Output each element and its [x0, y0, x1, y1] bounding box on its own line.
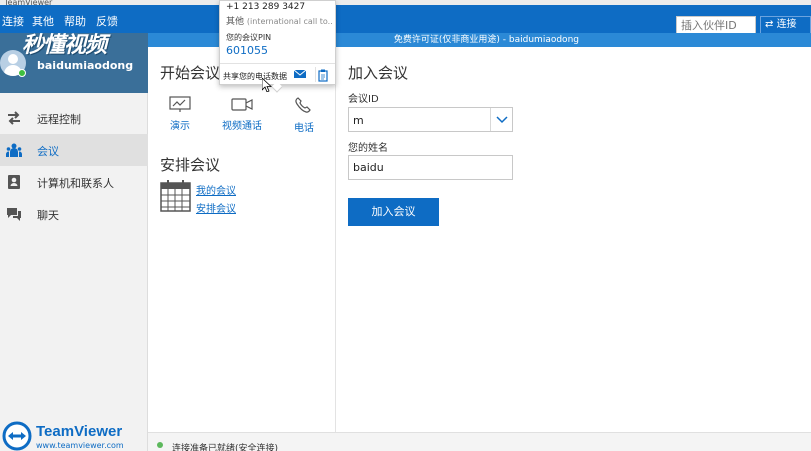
teamviewer-logo-icon — [2, 421, 32, 451]
email-icon[interactable] — [291, 67, 309, 81]
video-camera-icon — [231, 98, 253, 111]
clipboard-icon — [318, 69, 328, 82]
status-text: 连接准备已就绪(安全连接) — [172, 444, 279, 451]
video-call-button[interactable]: 视频通话 — [218, 96, 266, 134]
mouse-cursor-icon — [262, 78, 272, 92]
country-select[interactable]: 其他 (international call to... ▾ — [226, 14, 332, 27]
sidebar-item-meeting[interactable]: 会议 — [0, 134, 148, 166]
sidebar-item-chat[interactable]: 聊天 — [0, 198, 148, 230]
join-meeting-title: 加入会议 — [348, 64, 409, 82]
profile-username: baidumiaodong — [37, 59, 134, 72]
schedule-meeting-link[interactable]: 安排会议 — [196, 200, 236, 215]
meeting-pin: 601055 — [226, 44, 268, 57]
sidebar-item-label: 远程控制 — [37, 113, 81, 126]
profile-panel: baidumiaodong 秒懂视频 — [0, 33, 148, 93]
meeting-pin-label: 您的会议PIN — [226, 33, 272, 42]
online-status-icon — [18, 69, 26, 77]
meeting-id-combobox[interactable]: m — [348, 107, 513, 132]
connect-button[interactable]: ⇄ 连接 — [760, 16, 811, 34]
phone-label: 电话 — [294, 123, 314, 134]
panel-divider — [335, 47, 336, 432]
sidebar-item-label: 会议 — [37, 145, 59, 158]
phone-button[interactable]: 电话 — [280, 96, 328, 134]
sidebar-item-remote-control[interactable]: 远程控制 — [0, 102, 148, 134]
your-name-label: 您的姓名 — [348, 143, 388, 154]
brand-url[interactable]: www.teamviewer.com — [36, 441, 124, 450]
popup-divider — [220, 63, 335, 64]
presentation-button[interactable]: 演示 — [156, 96, 204, 134]
phone-icon — [295, 97, 311, 113]
sidebar-item-label: 计算机和联系人 — [37, 177, 114, 190]
menu-bar: 连接 其他 帮助 反馈 ⇄ 连接 — [0, 5, 811, 34]
your-name-field[interactable]: baidu — [348, 155, 513, 180]
country-note: (international call to... — [246, 17, 332, 26]
join-meeting-button[interactable]: 加入会议 — [348, 198, 439, 226]
meeting-id-dropdown[interactable] — [490, 108, 512, 131]
people-icon — [6, 143, 22, 157]
arrows-icon — [8, 111, 20, 125]
sidebar: baidumiaodong 秒懂视频 远程控制 会议 计算机和联系人 聊天 Te… — [0, 33, 148, 451]
country-label: 其他 — [226, 17, 245, 27]
status-dot-icon — [157, 442, 163, 448]
sidebar-item-label: 聊天 — [37, 209, 59, 222]
chat-icon — [7, 208, 21, 221]
contacts-icon — [8, 175, 20, 189]
schedule-meeting-title: 安排会议 — [160, 156, 221, 174]
meeting-id-value: m — [353, 114, 364, 127]
my-meetings-link[interactable]: 我的会议 — [196, 182, 236, 197]
presentation-icon — [169, 96, 191, 112]
connect-button-label: 连接 — [776, 19, 797, 30]
watermark-logo: 秒懂视频 — [22, 33, 107, 58]
teamviewer-logo[interactable]: TeamViewer www.teamviewer.com — [0, 419, 148, 451]
clipboard-button[interactable] — [315, 67, 329, 82]
sidebar-item-computers-contacts[interactable]: 计算机和联系人 — [0, 166, 148, 198]
dial-in-number: +1 213 289 3427 — [226, 2, 306, 12]
status-bar: 连接准备已就绪(安全连接) — [148, 432, 811, 451]
phone-conference-popup: +1 213 289 3427 其他 (international call t… — [219, 0, 336, 93]
brand-name: TeamViewer — [36, 423, 123, 440]
share-phone-data-label: 共享您的电话数据 — [223, 72, 287, 81]
menu-connection[interactable]: 连接 — [2, 13, 24, 29]
start-meeting-title: 开始会议 — [160, 64, 221, 82]
presentation-label: 演示 — [170, 121, 190, 132]
calendar-icon — [160, 180, 191, 212]
chevron-down-icon — [496, 116, 508, 124]
connect-arrows-icon: ⇄ — [765, 19, 777, 30]
teamviewer-window: TeamViewer 连接 其他 帮助 反馈 ⇄ 连接 免费许可证(仅非商业用途… — [0, 0, 811, 451]
meeting-id-label: 会议ID — [348, 94, 379, 105]
video-call-label: 视频通话 — [222, 121, 262, 132]
partner-id-input[interactable] — [676, 16, 756, 34]
